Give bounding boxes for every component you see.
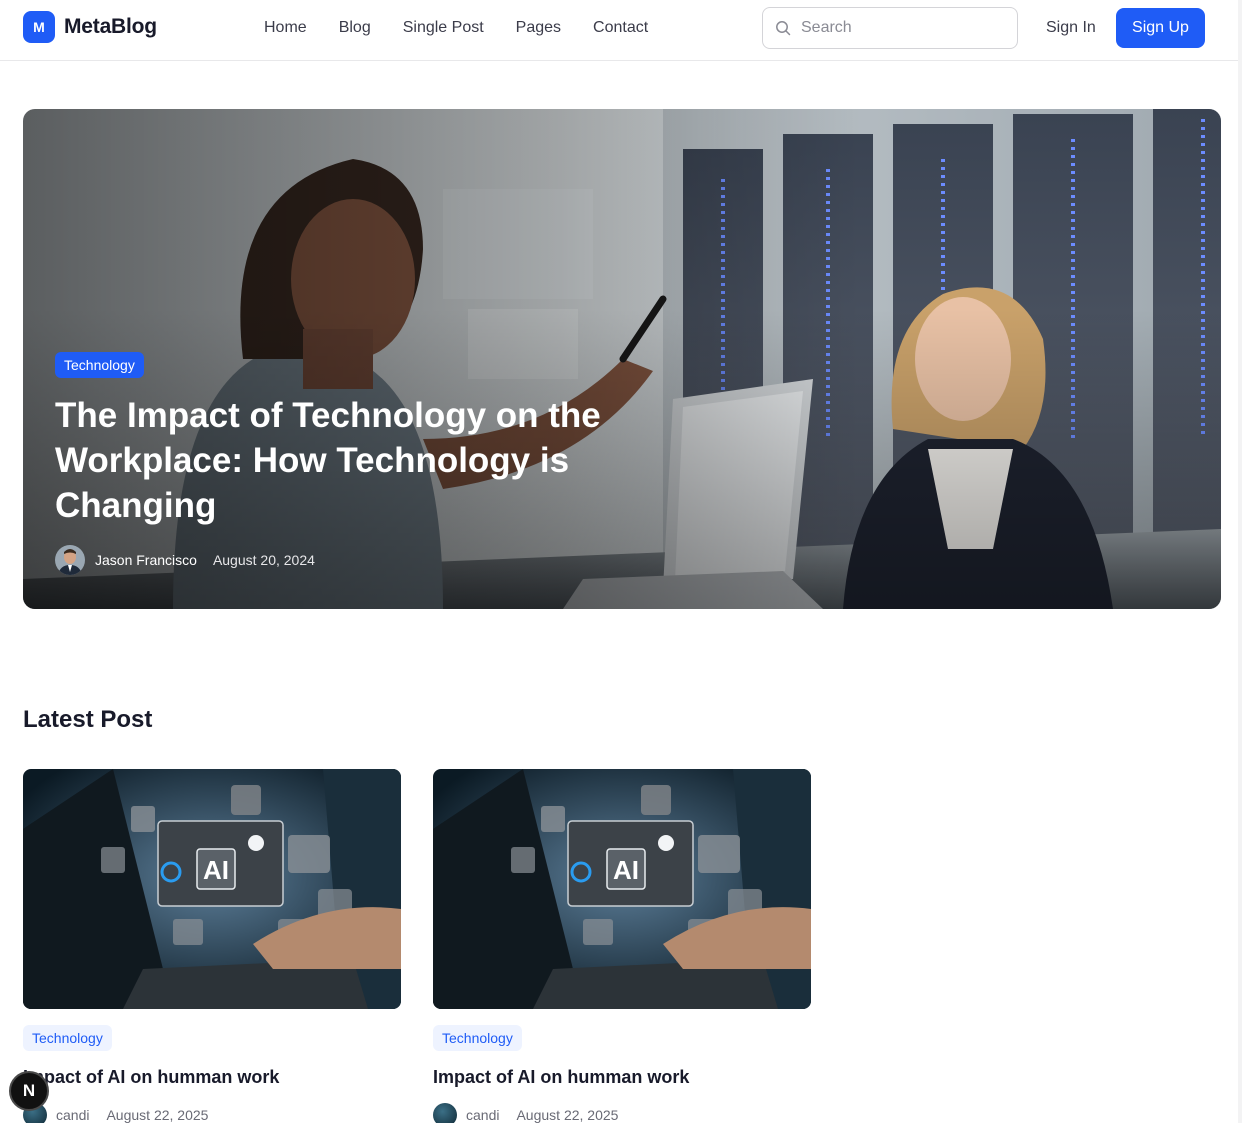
sign-up-button[interactable]: Sign Up	[1116, 8, 1205, 48]
featured-post-overlay	[23, 109, 1221, 609]
search-input[interactable]	[801, 19, 1001, 37]
search-box[interactable]	[762, 7, 1018, 49]
post-meta: candi August 22, 2025	[433, 1103, 811, 1123]
logo-link[interactable]: M MetaBlog	[23, 11, 157, 43]
featured-post-meta: Jason Francisco August 20, 2024	[55, 545, 315, 575]
post-card-image[interactable]: AI	[23, 769, 401, 1009]
post-date: August 22, 2025	[516, 1107, 619, 1123]
post-author[interactable]: candi	[466, 1107, 499, 1123]
post-card[interactable]: AI Technology Impact of AI on humman wor…	[433, 769, 811, 1123]
svg-text:AI: AI	[613, 855, 639, 885]
svg-text:AI: AI	[203, 855, 229, 885]
featured-category-badge[interactable]: Technology	[55, 352, 144, 378]
post-category-badge[interactable]: Technology	[23, 1025, 112, 1051]
nav-home[interactable]: Home	[264, 18, 307, 38]
search-icon	[776, 21, 791, 36]
post-category-badge[interactable]: Technology	[433, 1025, 522, 1051]
post-title[interactable]: Impact of AI on humman work	[23, 1065, 401, 1089]
post-card-image[interactable]: AI	[433, 769, 811, 1009]
scrollbar-track[interactable]	[1238, 0, 1242, 1123]
latest-post-heading: Latest Post	[23, 706, 153, 733]
logo-text: MetaBlog	[64, 15, 157, 38]
nav-single-post[interactable]: Single Post	[403, 18, 484, 38]
featured-author-name[interactable]: Jason Francisco	[95, 552, 197, 568]
author-avatar	[433, 1103, 457, 1123]
dev-tools-badge[interactable]: N	[9, 1071, 49, 1111]
main-nav: Home Blog Single Post Pages Contact	[264, 18, 680, 38]
featured-post[interactable]: Technology The Impact of Technology on t…	[23, 109, 1221, 609]
author-avatar	[55, 545, 85, 575]
featured-post-date: August 20, 2024	[212, 552, 315, 568]
logo-mark: M	[23, 11, 55, 43]
post-date: August 22, 2025	[106, 1107, 209, 1123]
post-card[interactable]: AI Technology Impact of AI on humman wor…	[23, 769, 401, 1123]
nav-contact[interactable]: Contact	[593, 18, 648, 38]
featured-post-title[interactable]: The Impact of Technology on the Workplac…	[55, 393, 675, 528]
site-header: M MetaBlog Home Blog Single Post Pages C…	[0, 0, 1242, 61]
post-meta: candi August 22, 2025	[23, 1103, 401, 1123]
nav-blog[interactable]: Blog	[339, 18, 371, 38]
post-author[interactable]: candi	[56, 1107, 89, 1123]
nav-pages[interactable]: Pages	[516, 18, 561, 38]
post-title[interactable]: Impact of AI on humman work	[433, 1065, 811, 1089]
sign-in-link[interactable]: Sign In	[1046, 18, 1096, 38]
